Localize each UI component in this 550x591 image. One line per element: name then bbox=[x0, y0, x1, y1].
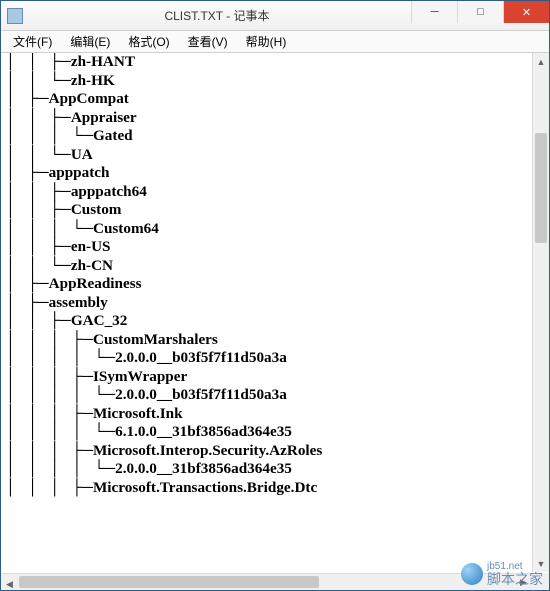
text-content[interactable]: │ │ ├─zh-HANT │ │ └─zh-HK │ ├─AppCompat … bbox=[5, 53, 531, 572]
window-controls: ─ □ ✕ bbox=[411, 1, 549, 23]
menu-view[interactable]: 查看(V) bbox=[180, 31, 236, 52]
vertical-scrollbar[interactable]: ▲ ▼ bbox=[532, 53, 549, 572]
maximize-button[interactable]: □ bbox=[457, 1, 503, 23]
watermark: jb51.net 脚本之家 bbox=[461, 562, 543, 586]
minimize-button[interactable]: ─ bbox=[411, 1, 457, 23]
scroll-left-icon[interactable]: ◀ bbox=[1, 576, 18, 590]
app-icon bbox=[7, 8, 23, 24]
horizontal-scroll-thumb[interactable] bbox=[19, 576, 319, 588]
client-area: │ │ ├─zh-HANT │ │ └─zh-HK │ ├─AppCompat … bbox=[1, 53, 549, 590]
menu-help[interactable]: 帮助(H) bbox=[238, 31, 295, 52]
watermark-text: 脚本之家 bbox=[487, 572, 543, 586]
title-bar[interactable]: CLIST.TXT - 记事本 ─ □ ✕ bbox=[1, 1, 549, 31]
horizontal-scrollbar[interactable]: ◀ ▶ bbox=[1, 573, 532, 590]
menu-edit[interactable]: 编辑(E) bbox=[62, 31, 118, 52]
window-title: CLIST.TXT - 记事本 bbox=[23, 7, 411, 24]
menu-bar: 文件(F) 编辑(E) 格式(O) 查看(V) 帮助(H) bbox=[1, 31, 549, 53]
notepad-window: CLIST.TXT - 记事本 ─ □ ✕ 文件(F) 编辑(E) 格式(O) … bbox=[0, 0, 550, 591]
vertical-scroll-thumb[interactable] bbox=[535, 133, 547, 243]
scroll-up-icon[interactable]: ▲ bbox=[533, 53, 549, 70]
close-button[interactable]: ✕ bbox=[503, 1, 549, 23]
watermark-logo-icon bbox=[461, 563, 483, 585]
menu-format[interactable]: 格式(O) bbox=[120, 31, 177, 52]
menu-file[interactable]: 文件(F) bbox=[5, 31, 60, 52]
